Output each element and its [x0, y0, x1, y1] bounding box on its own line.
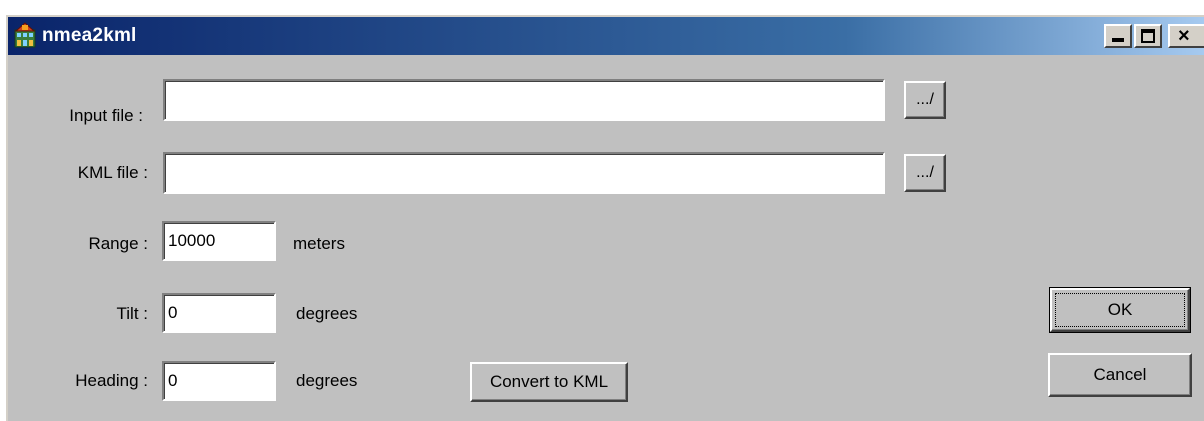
kml-file-browse-label: ...	[916, 164, 930, 181]
close-icon: ×	[1178, 25, 1190, 47]
range-unit: meters	[293, 234, 345, 253]
window-title: nmea2kml	[42, 25, 137, 46]
kml-file-label: KML file :	[77, 163, 148, 182]
input-file-label: Input file :	[69, 106, 143, 125]
title-bar[interactable]: nmea2kml ×	[8, 17, 1204, 55]
range-input[interactable]	[162, 221, 276, 261]
cancel-button[interactable]: Cancel	[1048, 353, 1192, 397]
close-button[interactable]: ×	[1168, 24, 1204, 48]
dialog-window: nmea2kml × Input file : .../ KML file : …	[6, 15, 1204, 421]
ok-button[interactable]: OK	[1049, 287, 1191, 333]
kml-file-browse-button[interactable]: .../	[904, 154, 946, 192]
tilt-unit: degrees	[296, 304, 358, 323]
heading-label: Heading :	[75, 371, 148, 390]
ok-button-label: OK	[1107, 300, 1133, 319]
heading-input[interactable]	[162, 361, 276, 401]
range-label: Range :	[88, 234, 148, 253]
input-file-browse-label: ...	[916, 91, 930, 108]
input-file-browse-button[interactable]: .../	[904, 81, 946, 119]
maximize-button[interactable]	[1134, 24, 1162, 48]
tilt-input[interactable]	[162, 293, 276, 333]
browse-slash-icon: /	[929, 164, 934, 181]
browse-slash-icon: /	[929, 91, 934, 108]
minimize-button[interactable]	[1104, 24, 1132, 48]
minimize-icon	[1112, 38, 1124, 42]
tilt-label: Tilt :	[116, 304, 148, 323]
maximize-icon	[1141, 29, 1155, 43]
input-file-field[interactable]	[163, 79, 885, 121]
nmea2kml-app-icon	[14, 22, 36, 48]
heading-unit: degrees	[296, 371, 358, 390]
kml-file-field[interactable]	[163, 152, 885, 194]
convert-to-kml-button[interactable]: Convert to KML	[470, 362, 628, 402]
